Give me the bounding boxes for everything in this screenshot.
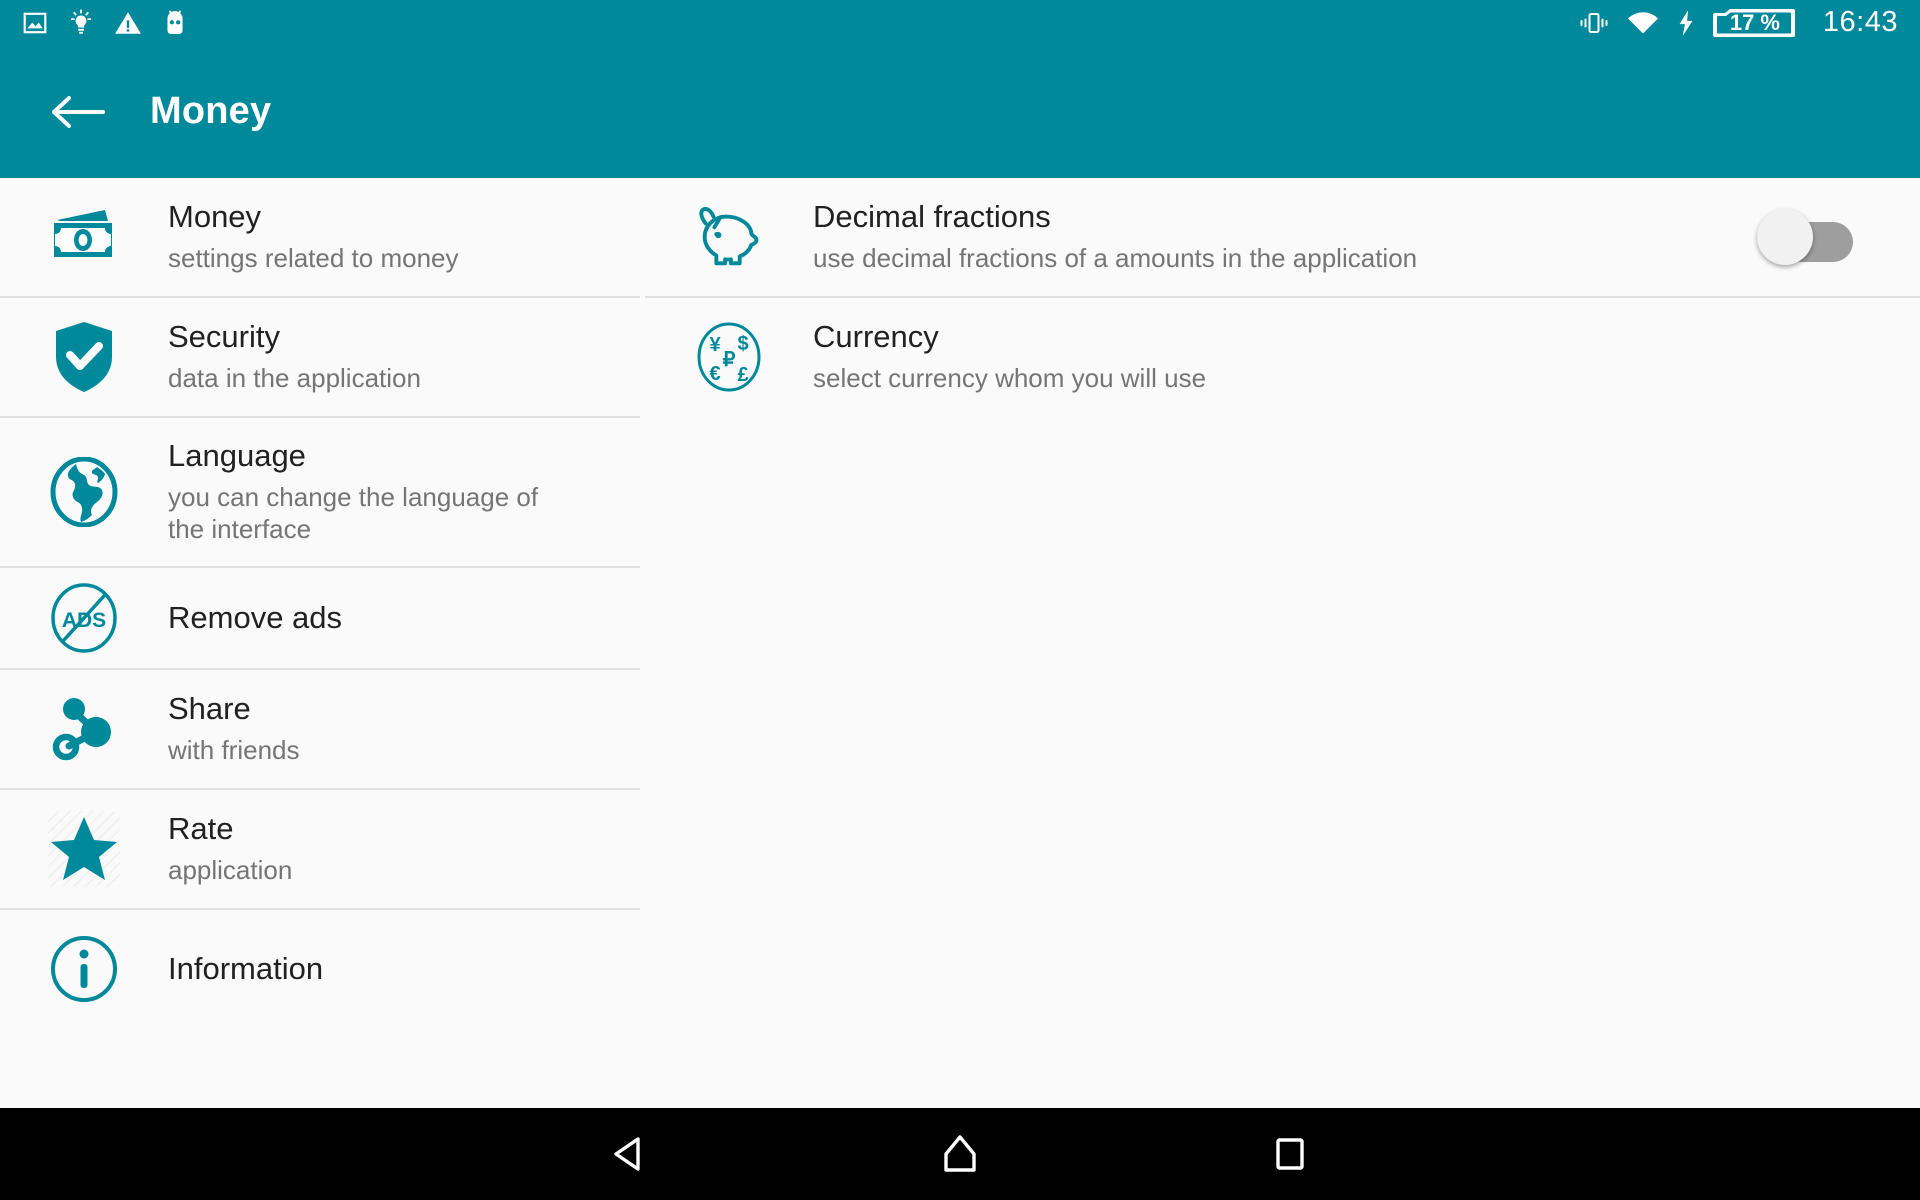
setting-item-decimal-fractions[interactable]: Decimal fractions use decimal fractions … xyxy=(645,178,1920,296)
battery-icon: 17 % xyxy=(1712,7,1797,39)
sidebar-item-title: Money xyxy=(168,199,262,235)
back-arrow-icon[interactable] xyxy=(38,72,118,152)
wifi-icon xyxy=(1627,10,1659,36)
charging-bolt-icon xyxy=(1677,9,1695,37)
star-icon xyxy=(48,811,120,887)
sidebar-item-subtitle: you can change the language of the inter… xyxy=(168,481,539,545)
sidebar-item-share[interactable]: Share with friends xyxy=(0,670,645,788)
vibrate-icon xyxy=(1579,10,1609,36)
info-circle-icon xyxy=(48,933,120,1005)
image-icon xyxy=(22,10,48,36)
status-bar-right-icons: 17 % 16:43 xyxy=(1579,6,1898,39)
sidebar-item-subtitle: application xyxy=(168,855,293,886)
sidebar-item-text: Information xyxy=(168,951,645,987)
sidebar-item-subtitle: settings related to money xyxy=(168,243,459,274)
cyanogenmod-robot-icon xyxy=(162,9,188,37)
app-toolbar: Money xyxy=(0,45,1920,178)
svg-text:£: £ xyxy=(737,364,748,386)
sidebar-item-subtitle: data in the application xyxy=(168,363,421,394)
nav-home-button[interactable] xyxy=(795,1108,1125,1200)
sidebar-item-rate[interactable]: Rate application xyxy=(0,790,645,908)
piggy-bank-icon xyxy=(693,201,765,273)
sidebar-item-text: Money settings related to money xyxy=(168,199,645,275)
setting-item-title: Currency xyxy=(813,319,939,355)
sidebar-item-title: Information xyxy=(168,951,324,987)
sidebar-item-title: Language xyxy=(168,437,306,473)
settings-right-list: Decimal fractions use decimal fractions … xyxy=(645,178,1920,1108)
svg-text:$: $ xyxy=(737,333,748,355)
sidebar-item-text: Language you can change the language of … xyxy=(168,438,645,546)
sidebar-item-title: Share xyxy=(168,691,251,727)
sidebar-item-text: Rate application xyxy=(168,811,645,887)
sidebar-item-money[interactable]: Money settings related to money xyxy=(0,178,645,296)
setting-item-subtitle: select currency whom you will use xyxy=(813,363,1207,394)
banknote-icon xyxy=(48,201,120,273)
lightbulb-icon xyxy=(68,8,94,37)
triangle-back-icon xyxy=(614,1137,640,1171)
share-nodes-icon xyxy=(48,693,120,765)
settings-left-list: Money settings related to money Security… xyxy=(0,178,645,1108)
sidebar-item-title: Rate xyxy=(168,811,234,847)
shield-check-icon xyxy=(48,321,120,393)
setting-item-currency[interactable]: ¥ $ ₽ € £ Currency select currency whom … xyxy=(645,298,1920,416)
decimal-fractions-toggle[interactable] xyxy=(1730,209,1880,265)
svg-text:¥: ¥ xyxy=(709,334,721,356)
sidebar-item-language[interactable]: Language you can change the language of … xyxy=(0,418,645,566)
battery-percent-label: 17 % xyxy=(1729,9,1780,35)
sidebar-item-text: Security data in the application xyxy=(168,319,645,395)
status-bar-clock: 16:43 xyxy=(1822,6,1898,38)
sidebar-item-title: Security xyxy=(168,319,280,355)
setting-item-text: Decimal fractions use decimal fractions … xyxy=(813,199,1730,275)
warning-triangle-icon xyxy=(114,10,142,36)
home-icon xyxy=(944,1135,976,1172)
sidebar-item-security[interactable]: Security data in the application xyxy=(0,298,645,416)
status-bar-left-icons xyxy=(22,8,188,37)
setting-item-text: Currency select currency whom you will u… xyxy=(813,319,1920,395)
nav-back-button[interactable] xyxy=(465,1108,795,1200)
no-ads-icon: ADS xyxy=(48,582,120,654)
system-navigation-bar xyxy=(0,1108,1920,1200)
sidebar-item-title: Remove ads xyxy=(168,600,343,636)
sidebar-item-text: Remove ads xyxy=(168,600,645,636)
setting-item-subtitle: use decimal fractions of a amounts in th… xyxy=(813,243,1418,274)
toggle-thumb[interactable] xyxy=(1757,209,1813,265)
sidebar-item-subtitle: with friends xyxy=(168,735,300,766)
status-bar: 17 % 16:43 xyxy=(0,0,1920,45)
sidebar-item-remove-ads[interactable]: ADS Remove ads xyxy=(0,568,645,668)
settings-content: Money settings related to money Security… xyxy=(0,178,1920,1108)
nav-recents-button[interactable] xyxy=(1125,1108,1455,1200)
svg-text:₽: ₽ xyxy=(723,349,736,371)
currency-circle-icon: ¥ $ ₽ € £ xyxy=(693,321,765,393)
setting-item-title: Decimal fractions xyxy=(813,199,1051,235)
sidebar-item-information[interactable]: Information xyxy=(0,910,645,1028)
sidebar-item-text: Share with friends xyxy=(168,691,645,767)
page-title: Money xyxy=(150,90,272,132)
svg-text:€: € xyxy=(709,363,720,385)
square-recents-icon xyxy=(1276,1138,1304,1170)
android-screen: 17 % 16:43 Money Money settings related … xyxy=(0,0,1920,1200)
globe-icon xyxy=(48,456,120,528)
